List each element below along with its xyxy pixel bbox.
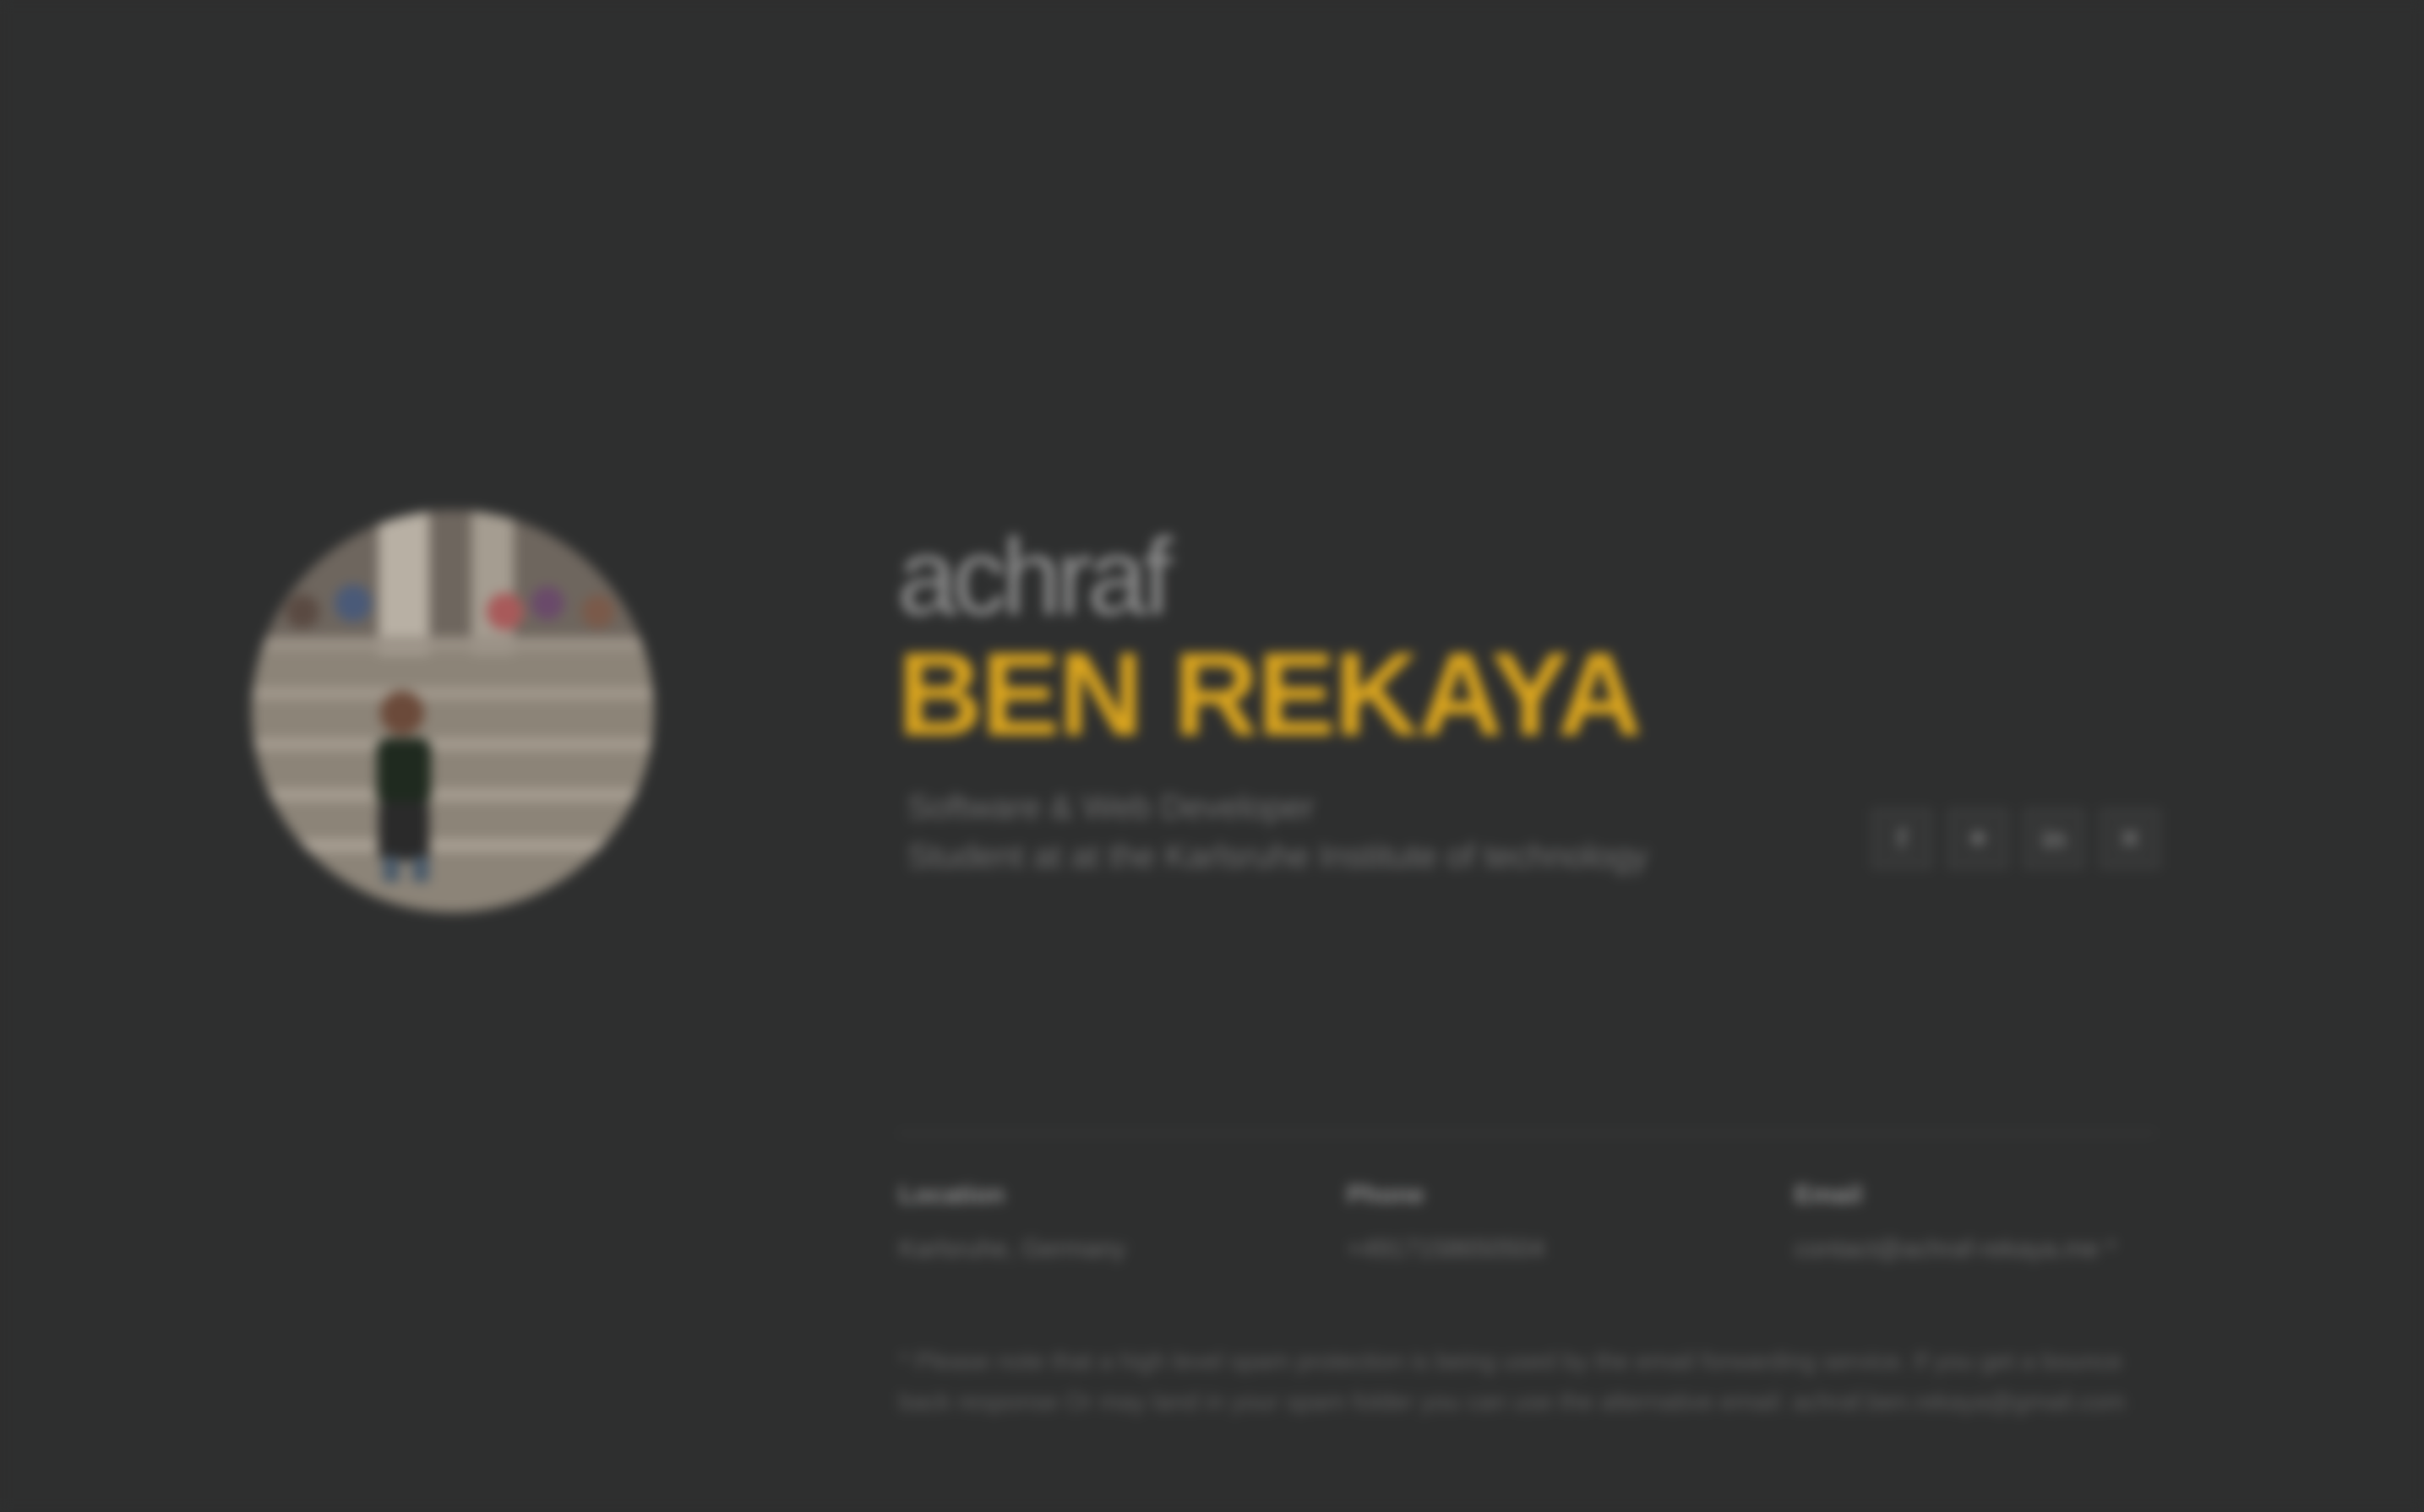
divider [897,1132,2156,1134]
location-label: Location [899,1181,1005,1209]
facebook-icon: f [1897,823,1907,854]
facebook-button[interactable]: f [1872,809,1931,868]
social-links: f ✦ in ✕ [1872,809,2160,868]
phone-block: Phone +4917158650504 [1347,1183,1544,1262]
xing-icon: ✕ [2118,824,2142,854]
page: achraf BEN REKAYA Software & Web Develop… [0,0,2424,1512]
email-label: Email [1795,1181,1863,1209]
avatar-photo [252,510,654,912]
last-name: BEN REKAYA [897,628,1642,760]
xing-button[interactable]: ✕ [2100,809,2160,868]
phone-link[interactable]: +4917158650504 [1347,1237,1544,1262]
first-name: achraf [897,517,1173,638]
linkedin-icon: in [2041,823,2067,854]
spam-note: * Please note that a high level spam pro… [899,1348,2126,1416]
email-block: Email contact@achraf-rekaya.me * [1795,1183,2116,1262]
role-text: Software & Web Developer [907,789,1315,826]
twitter-icon: ✦ [1966,824,1990,854]
avatar [252,510,654,912]
location-block: Location Karlsruhe, Germany [899,1183,1125,1262]
linkedin-button[interactable]: in [2024,809,2084,868]
twitter-button[interactable]: ✦ [1948,809,2007,868]
education-text: Student at at the Karlsruhe Institute of… [907,838,1648,875]
location-value: Karlsruhe, Germany [899,1235,1126,1263]
email-link[interactable]: contact@achraf-rekaya.me * [1795,1237,2116,1262]
phone-label: Phone [1347,1181,1424,1209]
